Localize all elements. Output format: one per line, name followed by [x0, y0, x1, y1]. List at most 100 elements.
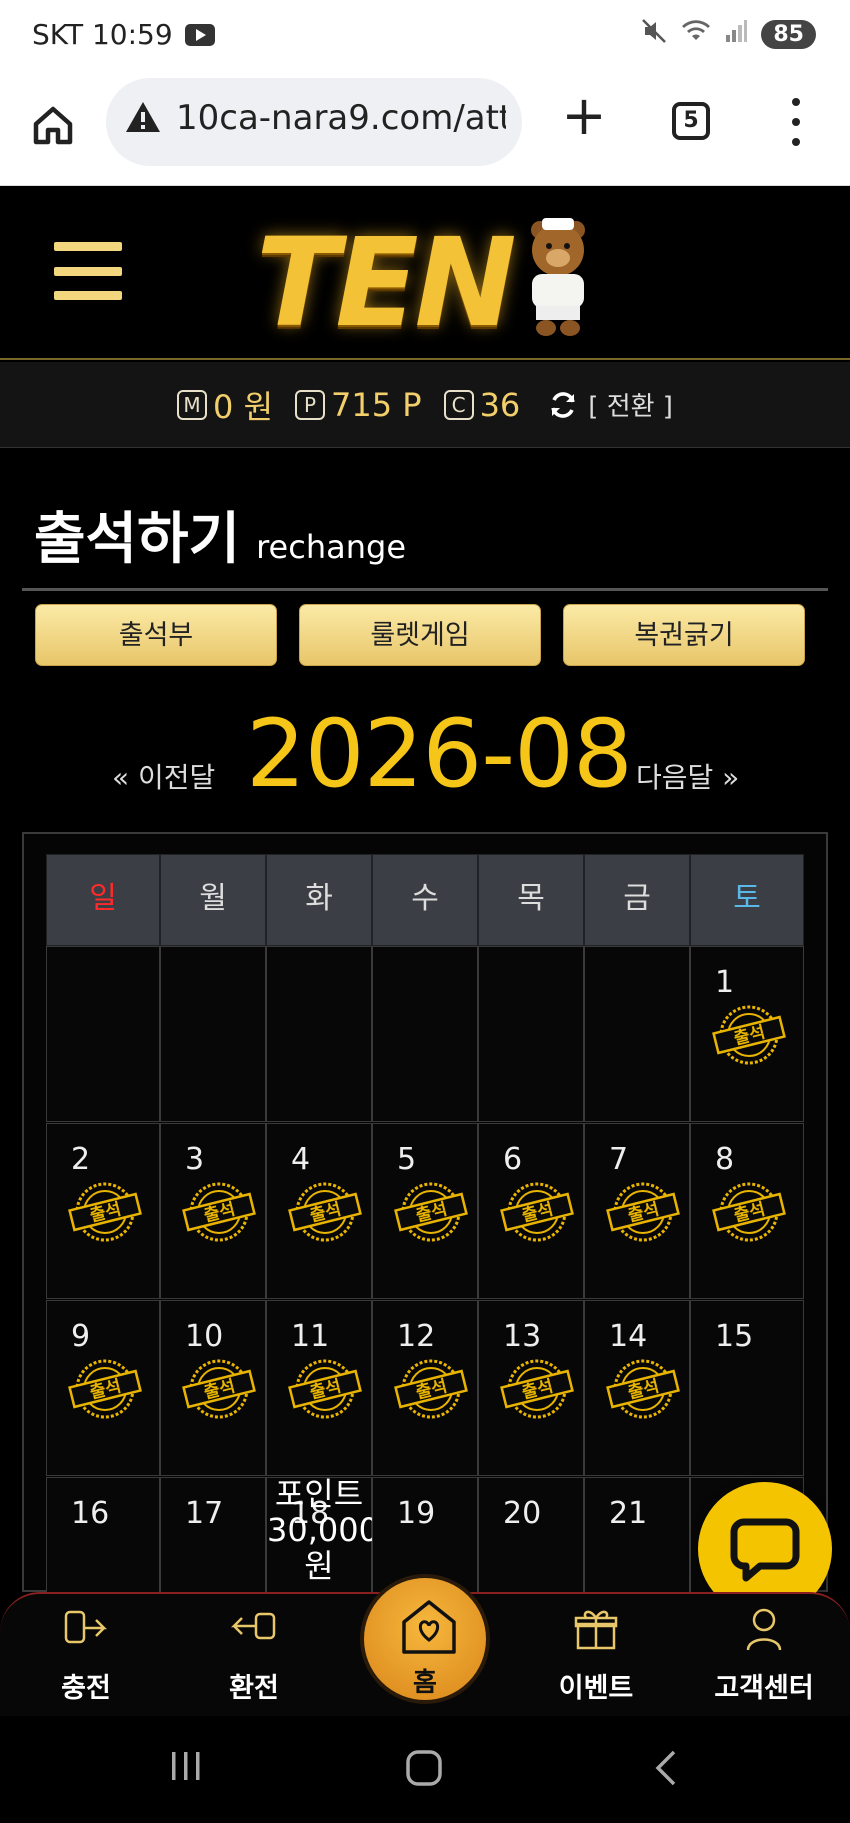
prev-month-link[interactable]: « 이전달 [112, 756, 215, 796]
next-month-link[interactable]: 다음달 » [636, 756, 739, 796]
calendar-week-row: 2 출석 3 출석 4 출석 5 출석 6 출석 7 출석 8 출석 [46, 1123, 804, 1299]
recent-apps-icon[interactable] [168, 1748, 204, 1784]
site-logo[interactable]: TEN [256, 208, 596, 354]
page-title: 출석하기 rechange [34, 494, 406, 575]
calendar-day-cell [584, 946, 690, 1122]
attendance-stamp-icon: 출석 [391, 1178, 469, 1244]
switch-label[interactable]: [ 전환 ] [588, 386, 673, 423]
nav-home-label[interactable]: 홈 [364, 1662, 486, 1699]
bear-mascot-icon [531, 218, 585, 336]
calendar-day-cell [478, 946, 584, 1122]
calendar-day-cell[interactable]: 2 출석 [46, 1123, 160, 1299]
calendar-day-cell[interactable]: 6 출석 [478, 1123, 584, 1299]
calendar-day-cell[interactable]: 1 출석 [690, 946, 804, 1122]
browser-menu-button[interactable] [782, 98, 810, 146]
system-navigation [0, 1716, 850, 1823]
day-number: 10 [185, 1319, 224, 1354]
day-number: 16 [71, 1496, 110, 1531]
nav-support-label[interactable]: 고객센터 [694, 1666, 834, 1705]
calendar-header: 일월화수목금토 [46, 854, 804, 946]
calendar-day-cell[interactable]: 11 출석 [266, 1300, 372, 1476]
prize-line: 원 [304, 1547, 334, 1585]
switch-button[interactable]: [ 전환 ] [542, 386, 673, 423]
nav-event-label[interactable]: 이벤트 [526, 1666, 666, 1705]
status-bar: SKT 10:59 85 [0, 0, 850, 76]
chat-bubble-icon [730, 1518, 800, 1582]
back-icon[interactable] [650, 1748, 680, 1788]
attendance-stamp-icon: 출석 [65, 1178, 143, 1244]
money-value: 0 원 [213, 387, 274, 426]
weekday-header: 수 [372, 854, 478, 946]
day-number: 20 [503, 1496, 542, 1531]
attendance-stamp-icon: 출석 [391, 1355, 469, 1421]
day-number: 9 [71, 1319, 91, 1354]
nav-deposit[interactable]: 충전 [16, 1594, 156, 1718]
mute-icon [641, 18, 667, 50]
url-bar[interactable]: 10ca-nara9.com/attendance [106, 78, 522, 166]
day-number: 1 [715, 965, 735, 1000]
money-balance: M 0 원 [177, 382, 273, 428]
nav-support[interactable]: 고객센터 [694, 1594, 834, 1718]
calendar-day-cell[interactable]: 13 출석 [478, 1300, 584, 1476]
prize-label: 포인트 30,000 원 [267, 1476, 379, 1585]
attendance-stamp-icon: 출석 [497, 1178, 575, 1244]
nav-deposit-label[interactable]: 충전 [16, 1666, 156, 1705]
site-header: TEN [0, 186, 850, 360]
weekday-header: 화 [266, 854, 372, 946]
attendance-stamp-icon: 출석 [179, 1178, 257, 1244]
attendance-stamp-icon: 출석 [603, 1178, 681, 1244]
attendance-stamp-icon: 출석 [65, 1355, 143, 1421]
nav-event[interactable]: 이벤트 [526, 1594, 666, 1718]
day-number: 8 [715, 1142, 735, 1177]
point-icon: P [295, 389, 326, 420]
page-subtitle: rechange [256, 528, 406, 566]
day-number: 4 [291, 1142, 311, 1177]
calendar-day-cell[interactable]: 9 출석 [46, 1300, 160, 1476]
coin-balance: C 36 [443, 385, 521, 424]
coin-icon: C [443, 389, 474, 420]
home-icon[interactable] [30, 102, 76, 148]
calendar-day-cell[interactable]: 3 출석 [160, 1123, 266, 1299]
youtube-notification-icon [184, 23, 215, 46]
attendance-stamp-icon: 출석 [709, 1001, 787, 1067]
coin-value: 36 [479, 385, 521, 424]
attendance-stamp-icon: 출석 [285, 1178, 363, 1244]
calendar-day-cell[interactable]: 15 [690, 1300, 804, 1476]
day-number: 12 [397, 1319, 436, 1354]
tab-attendance[interactable]: 출석부 [35, 604, 277, 666]
warning-icon[interactable] [124, 100, 162, 138]
attendance-stamp-icon: 출석 [285, 1355, 363, 1421]
tab-lottery[interactable]: 복권긁기 [563, 604, 805, 666]
calendar-day-cell[interactable]: 12 출석 [372, 1300, 478, 1476]
calendar-day-cell[interactable]: 8 출석 [690, 1123, 804, 1299]
calendar-day-cell[interactable]: 4 출석 [266, 1123, 372, 1299]
calendar-day-cell [266, 946, 372, 1122]
day-number: 5 [397, 1142, 417, 1177]
attendance-stamp-icon: 출석 [179, 1355, 257, 1421]
hamburger-menu-icon[interactable] [54, 242, 122, 300]
nav-home[interactable]: 홈 [360, 1574, 490, 1704]
weekday-header: 토 [690, 854, 804, 946]
calendar-day-cell [372, 946, 478, 1122]
title-divider [22, 588, 828, 591]
url-text[interactable]: 10ca-nara9.com/attendance [176, 98, 506, 138]
nav-withdraw-label[interactable]: 환전 [184, 1666, 324, 1705]
day-number: 6 [503, 1142, 523, 1177]
day-number: 14 [609, 1319, 648, 1354]
browser-toolbar: 10ca-nara9.com/attendance + 5 [0, 76, 850, 186]
system-home-icon[interactable] [404, 1748, 444, 1788]
calendar-day-cell [160, 946, 266, 1122]
gift-icon [574, 1610, 618, 1650]
tab-switcher-button[interactable]: 5 [672, 102, 710, 140]
day-number: 15 [715, 1319, 754, 1354]
calendar-day-cell[interactable]: 7 출석 [584, 1123, 690, 1299]
new-tab-button[interactable]: + [556, 89, 612, 146]
nav-withdraw[interactable]: 환전 [184, 1594, 324, 1718]
calendar-day-cell[interactable]: 10 출석 [160, 1300, 266, 1476]
calendar-day-cell[interactable]: 5 출석 [372, 1123, 478, 1299]
tab-roulette[interactable]: 룰렛게임 [299, 604, 541, 666]
calendar-day-cell[interactable]: 14 출석 [584, 1300, 690, 1476]
month-navigation: « 이전달 2026-08 다음달 » [0, 700, 850, 809]
weekday-header: 일 [46, 854, 160, 946]
weekday-header: 월 [160, 854, 266, 946]
